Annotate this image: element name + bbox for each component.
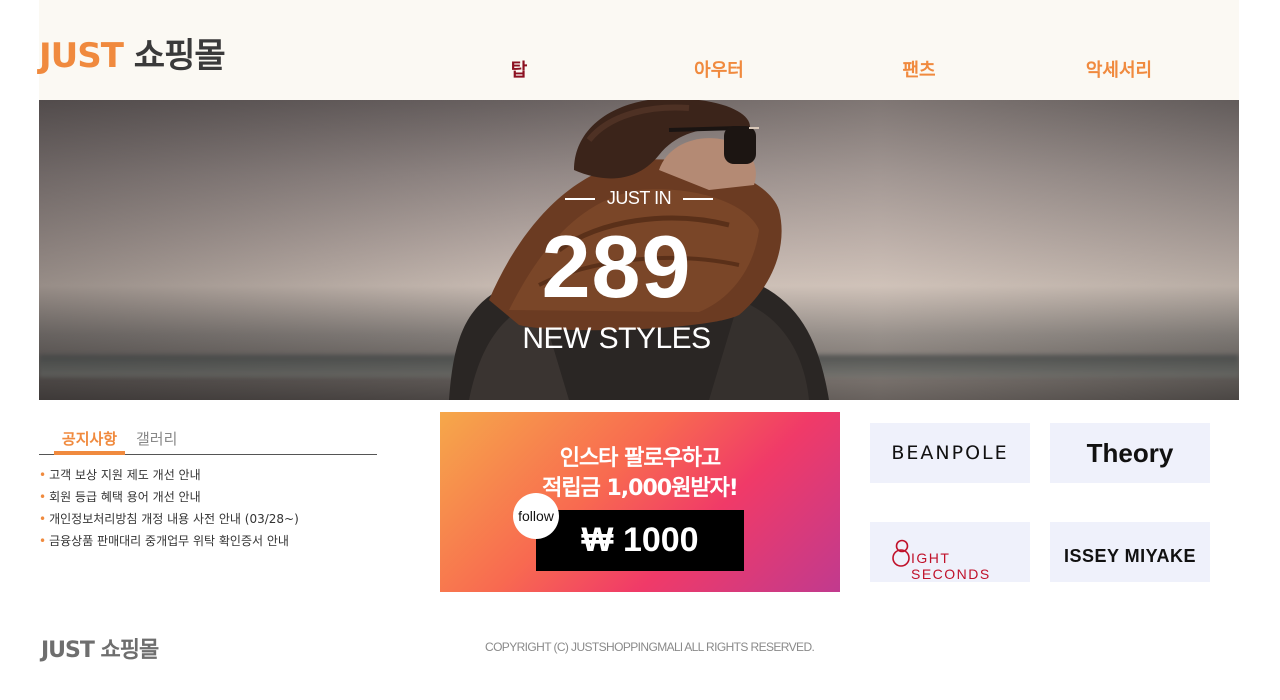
brand-theory[interactable]: Theory [1050,423,1210,483]
instagram-follow-banner[interactable]: 인스타 팔로우하고 적립금 1,000원받자! ₩ 1000 follow [440,412,840,592]
nav-item-top[interactable]: 탑 [419,56,619,82]
tab-gallery[interactable]: 갤러리 [136,428,177,449]
nav-item-pants[interactable]: 팬츠 [819,56,1019,82]
hero-title: NEW STYLES [522,322,711,355]
banner-price: ₩ 1000 [536,510,744,571]
brand-issey-miyake-logo: ISSEY MIYAKE [1063,545,1197,566]
bullet-icon: • [39,534,47,548]
brand-theory-logo: Theory [1086,437,1174,468]
bullet-icon: • [39,490,47,504]
site-header: JUST 쇼핑몰 탑 아우터 팬츠 악세서리 [39,0,1239,100]
brand-eight-seconds-text: IGHT SECONDS [911,550,991,582]
brand-eight-seconds[interactable]: IGHT SECONDS [870,522,1030,582]
notice-item[interactable]: • 회원 등급 혜택 용어 개선 안내 [39,486,377,508]
hero-banner[interactable]: JUST IN 289 NEW STYLES [39,100,1239,400]
notice-item-text: 개인정보처리방침 개정 내용 사전 안내 (03/28~) [49,512,299,526]
hero-subtitle-text: JUST IN [606,188,672,208]
notice-item[interactable]: • 개인정보처리방침 개정 내용 사전 안내 (03/28~) [39,508,377,530]
hero-subtitle: JUST IN [39,188,1239,209]
notice-section: 공지사항 갤러리 • 고객 보상 지원 제도 개선 안내 • 회원 등급 혜택 용어… [39,420,377,590]
hero-subtitle-line-left [564,198,595,201]
logo-mall: 쇼핑몰 [133,36,226,76]
nav-item-accessory[interactable]: 악세서리 [1019,56,1219,82]
nav-item-outer[interactable]: 아우터 [619,56,819,82]
brand-eight-seconds-logo: IGHT SECONDS [870,522,1030,582]
hero-number: 289 [541,217,692,316]
notice-item-text: 금융상품 판매대리 중개업무 위탁 확인증서 안내 [49,534,289,548]
bullet-icon: • [39,512,47,526]
logo-brand: JUST [39,36,124,76]
notice-tabs: 공지사항 갤러리 [39,420,377,455]
hero-text: JUST IN 289 NEW STYLES [39,100,1239,400]
notice-item[interactable]: • 고객 보상 지원 제도 개선 안내 [39,464,377,486]
banner-line1: 인스타 팔로우하고 [559,446,722,471]
site-logo[interactable]: JUST 쇼핑몰 [39,28,226,77]
follow-button[interactable]: follow [513,493,559,539]
copyright-text: COPYRIGHT (C) JUSTSHOPPINGMALl ALL RIGHT… [485,640,815,654]
brand-beanpole-logo: BEANPOLE [891,442,1009,464]
hero-subtitle-line-right [683,198,714,201]
bullet-icon: • [39,468,47,482]
banner-line2: 적립금 1,000원받자! [542,476,739,501]
notice-item-text: 고객 보상 지원 제도 개선 안내 [49,468,201,482]
brand-issey-miyake[interactable]: ISSEY MIYAKE [1050,522,1210,582]
notice-list: • 고객 보상 지원 제도 개선 안내 • 회원 등급 혜택 용어 개선 안내 • 개… [39,464,377,552]
brand-beanpole[interactable]: BEANPOLE [870,423,1030,483]
tab-notice[interactable]: 공지사항 [54,428,125,455]
eight-icon [892,539,910,567]
notice-item[interactable]: • 금융상품 판매대리 중개업무 위탁 확인증서 안내 [39,530,377,552]
notice-item-text: 회원 등급 혜택 용어 개선 안내 [49,490,201,504]
main-nav: 탑 아우터 팬츠 악세서리 [419,56,1219,82]
footer-logo: JUST 쇼핑몰 [41,638,159,663]
